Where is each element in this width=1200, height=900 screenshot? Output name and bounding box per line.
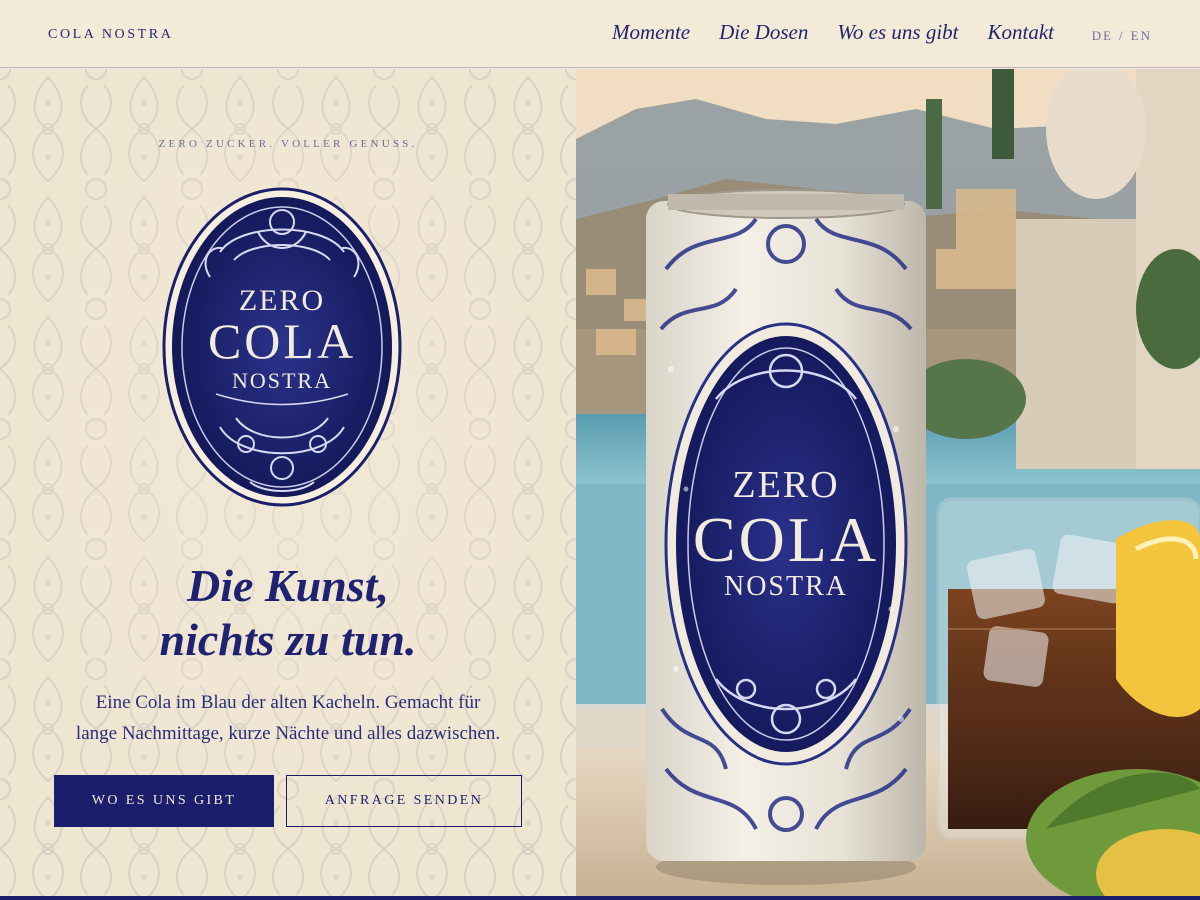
cola-can: ZERO COLA NOSTRA [646, 189, 926, 885]
language-switcher: DE / EN [1092, 28, 1152, 44]
where-to-buy-button[interactable]: WO ES UNS GIBT [54, 775, 274, 827]
headline-line-1: Die Kunst, [187, 560, 389, 611]
bottom-accent-bar [0, 896, 1200, 900]
hero-lead-text: Eine Cola im Blau der alten Kacheln. Gem… [0, 687, 576, 749]
brand-logo-text[interactable]: COLA NOSTRA [48, 27, 173, 43]
hero-headline: Die Kunst, nichts zu tun. [0, 559, 576, 667]
nav-link-momente[interactable]: Momente [612, 20, 690, 45]
lead-line-2: lange Nachmittage, kurze Nächte und alle… [75, 723, 501, 744]
hero-product-image: ZERO COLA NOSTRA [576, 69, 1200, 898]
product-scene-illustration: ZERO COLA NOSTRA [576, 69, 1200, 898]
nav-link-kontakt[interactable]: Kontakt [988, 20, 1055, 45]
can-text-nostra: NOSTRA [724, 571, 848, 602]
hero-panel: ZERO ZUCKER. VOLLER GENUSS. ZERO COLA NO… [0, 69, 576, 898]
cola-nostra-emblem-logo: ZERO COLA NOSTRA [162, 187, 402, 507]
emblem-text-cola: COLA [208, 313, 356, 369]
main-nav: Momente Die Dosen Wo es uns gibt Kontakt [612, 20, 1054, 45]
nav-link-die-dosen[interactable]: Die Dosen [719, 20, 808, 45]
lang-separator: / [1119, 28, 1125, 43]
emblem-text-nostra: NOSTRA [232, 368, 332, 393]
send-inquiry-button[interactable]: ANFRAGE SENDEN [286, 775, 522, 827]
can-text-zero: ZERO [732, 464, 839, 506]
site-header: COLA NOSTRA Momente Die Dosen Wo es uns … [0, 0, 1200, 68]
lead-line-1: Eine Cola im Blau der alten Kacheln. Gem… [95, 692, 481, 713]
can-text-cola: COLA [693, 504, 879, 575]
lang-en[interactable]: EN [1131, 28, 1152, 43]
hero-tagline: ZERO ZUCKER. VOLLER GENUSS. [158, 138, 418, 150]
lang-de[interactable]: DE [1092, 28, 1113, 43]
headline-line-2: nichts zu tun. [159, 614, 417, 665]
nav-link-wo-es-uns-gibt[interactable]: Wo es uns gibt [837, 20, 958, 45]
